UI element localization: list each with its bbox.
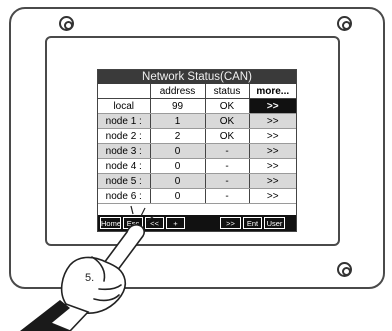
step-label: 5. (85, 272, 95, 284)
pointing-hand-icon (20, 205, 155, 331)
